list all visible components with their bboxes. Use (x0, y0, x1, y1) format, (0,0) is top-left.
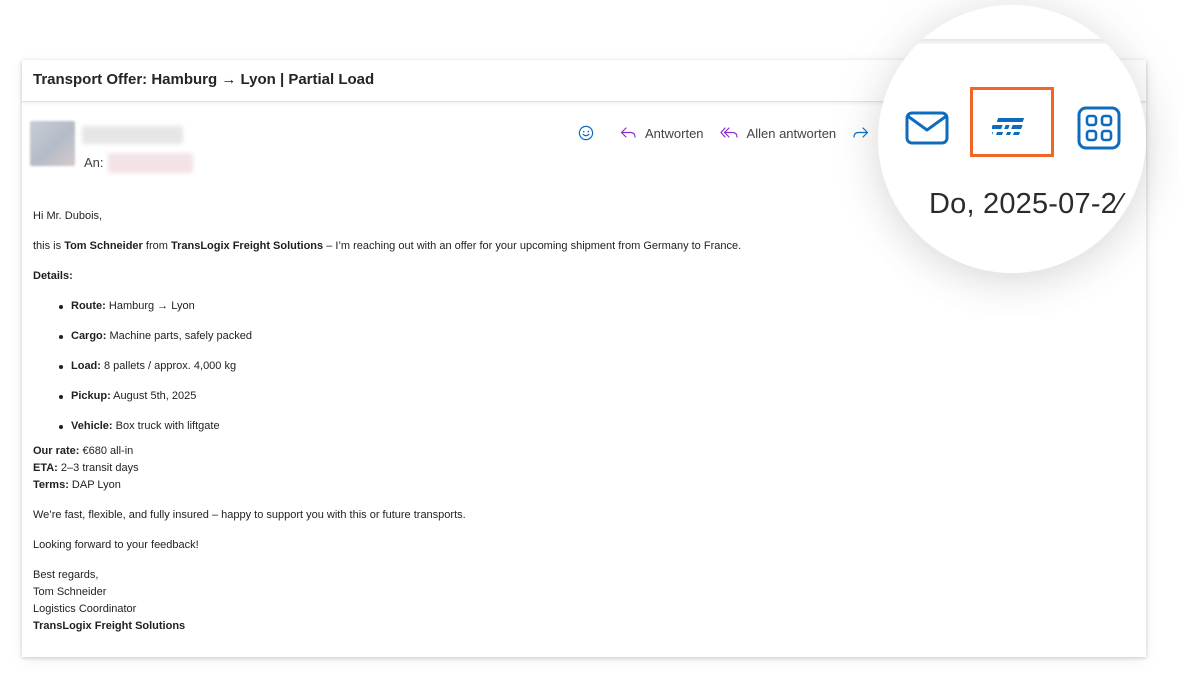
message-actions: Antworten Allen antworten (578, 122, 877, 144)
detail-value: Machine parts, safely packed (106, 330, 252, 342)
detail-value: August 5th, 2025 (110, 390, 197, 402)
details-list: Route: Hamburg → Lyon Cargo: Machine par… (33, 298, 1033, 435)
terms-line: Terms: DAP Lyon (33, 477, 1033, 494)
react-button[interactable] (578, 125, 602, 141)
reply-all-button[interactable]: Allen antworten (719, 125, 837, 141)
intro-suffix: – I’m reaching out with an offer for you… (323, 240, 742, 252)
signature-regards: Best regards, (33, 569, 99, 581)
highlight-box (970, 87, 1054, 157)
forward-button[interactable] (852, 126, 877, 140)
pitch-paragraph: We’re fast, flexible, and fully insured … (33, 509, 466, 521)
rate-value: €680 all-in (79, 445, 134, 457)
detail-label: Load: (71, 360, 101, 372)
detail-label: Pickup: (71, 390, 111, 402)
magnified-toolbar-edge (878, 39, 1146, 44)
signature-title: Logistics Coordinator (33, 603, 137, 615)
recipient-redacted (108, 153, 193, 173)
eta-line: ETA: 2–3 transit days (33, 460, 1033, 477)
to-label: An: (84, 155, 104, 170)
sender-avatar[interactable] (30, 121, 75, 166)
list-item: Vehicle: Box truck with liftgate (59, 418, 1033, 435)
rate-label: Our rate: (33, 445, 80, 457)
eta-label: ETA: (33, 462, 58, 474)
detail-label: Route: (71, 300, 106, 312)
list-item: Cargo: Machine parts, safely packed (59, 328, 1033, 345)
terms-value: DAP Lyon (68, 479, 121, 491)
intro-prefix: this is (33, 240, 65, 252)
terms-label: Terms: (33, 479, 69, 491)
envelope-icon[interactable] (904, 108, 950, 148)
signature-company-text: TransLogix Freight Solutions (33, 620, 186, 632)
detail-value: 8 pallets / approx. 4,000 kg (100, 360, 237, 372)
message-date: Do, 2025-07-2⁄ (929, 188, 1123, 220)
detail-value: Box truck with liftgate (112, 420, 220, 432)
details-heading: Details: (33, 268, 1033, 285)
email-body: Hi Mr. Dubois, this is Tom Schneider fro… (33, 208, 1033, 635)
greeting: Hi Mr. Dubois, (33, 210, 103, 222)
intro-company: TransLogix Freight Solutions (170, 240, 324, 252)
sender-name-redacted (82, 126, 183, 144)
detail-label: Cargo: (71, 330, 107, 342)
forward-icon (853, 127, 869, 138)
reply-label: Antworten (645, 125, 704, 141)
detail-label: Vehicle: (71, 420, 113, 432)
reply-all-label: Allen antworten (746, 125, 837, 141)
details-heading-text: Details: (33, 270, 73, 282)
apps-grid-icon[interactable] (1076, 105, 1122, 151)
list-item: Pickup: August 5th, 2025 (59, 388, 1033, 405)
intro-sender-name: Tom Schneider (64, 240, 143, 252)
reply-button[interactable]: Antworten (620, 126, 704, 141)
intro-middle: from (142, 240, 171, 252)
smiley-icon (578, 125, 594, 141)
signature-company: TransLogix Freight Solutions (33, 618, 1033, 635)
detail-value: Hamburg → Lyon (105, 300, 195, 312)
list-item: Route: Hamburg → Lyon (59, 298, 1033, 315)
intro-paragraph: this is Tom Schneider from TransLogix Fr… (33, 238, 1033, 255)
email-subject: Transport Offer: Hamburg → Lyon | Partia… (33, 71, 375, 88)
rate-line: Our rate: €680 all-in (33, 443, 1033, 460)
reply-all-icon (719, 127, 738, 138)
eta-value: 2–3 transit days (57, 462, 139, 474)
closing-line: Looking forward to your feedback! (33, 539, 199, 551)
zoom-magnifier: Do, 2025-07-2⁄ (878, 5, 1146, 273)
reply-icon (620, 127, 636, 138)
signature-name: Tom Schneider (33, 586, 107, 598)
list-item: Load: 8 pallets / approx. 4,000 kg (59, 358, 1033, 375)
